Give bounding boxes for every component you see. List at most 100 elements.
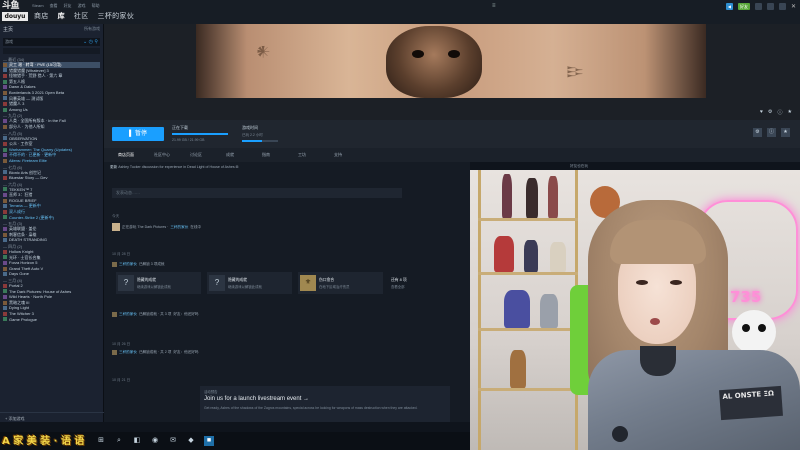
favorite-icon[interactable]: ♥ — [760, 109, 763, 116]
settings-icon[interactable]: ⚙ — [768, 109, 772, 116]
activity-text: 正在游玩 The Dark Pictures · — [122, 224, 169, 229]
friends-playing-label: 好友也在玩 — [570, 164, 588, 168]
hidden-achievement-icon: ? — [209, 275, 225, 291]
event-label: 活动预告 — [204, 390, 218, 394]
pause-button[interactable]: ▌ 暂停 — [112, 127, 164, 141]
sidebar-game-item[interactable]: Game Prologue — [3, 317, 100, 323]
tab-item[interactable]: 成就 — [226, 148, 260, 162]
activity-item[interactable]: 三杯的家伙 已解锁成就 · 共 2 项 好友：他还好吗 — [112, 350, 198, 355]
tab-item[interactable]: 商店页面 — [118, 148, 152, 162]
achievement-text: 隐藏的成就 继续游戏以解锁此成就 — [228, 278, 262, 289]
steam-icon[interactable]: ■ — [204, 436, 214, 446]
search-input[interactable] — [3, 48, 100, 54]
menu-friends[interactable]: 好友 — [64, 3, 72, 9]
activity-item[interactable]: 三杯的家伙 已解锁成就 · 共 3 项 好友：他还好吗 — [112, 312, 198, 317]
activity-user[interactable]: 三杯的家伙 — [119, 262, 137, 267]
hamburger-icon[interactable]: ≡ — [492, 3, 496, 9]
add-game-button[interactable]: + 添加游戏 — [0, 412, 104, 422]
achievement-card[interactable]: ⚜ 伤口愈合 在地下区域治疗伤员 — [298, 272, 383, 294]
notice-lead: 更新 — [110, 165, 118, 169]
friends-button[interactable]: 好友 — [737, 3, 750, 10]
shelf-board — [478, 272, 578, 275]
sidebar-game-item[interactable]: Bluestar Story — Dev — [3, 175, 100, 181]
activity-item[interactable]: 正在游玩 The Dark Pictures · 三杯的家伙 在线中 — [112, 223, 201, 231]
activity-user[interactable]: 三杯的家伙 — [119, 312, 137, 317]
menu-bar: Steam 查看 好友 游戏 帮助 — [32, 3, 100, 9]
app-icon[interactable]: ◆ — [186, 436, 196, 446]
game-title: Among Us — [9, 106, 28, 112]
update-notice[interactable]: 更新 Ashley Tucker discussion for experien… — [110, 165, 239, 170]
menu-steam[interactable]: Steam — [32, 3, 44, 9]
library-filter[interactable]: 游戏 ⌄ ◷ ⚲ — [3, 38, 100, 46]
logo-top-text: 斗鱼 — [2, 1, 20, 11]
star-icon[interactable]: ★ — [781, 128, 790, 137]
settings-icon[interactable]: ⚙ — [753, 128, 762, 137]
sidebar-game-item[interactable]: Aliens: Fireteam Elite — [3, 158, 100, 164]
close-icon[interactable]: ✕ — [791, 3, 796, 10]
sidebar-game-item[interactable]: 部分人 · 为他人所知 — [3, 124, 100, 130]
nav-community[interactable]: 社区 — [74, 11, 89, 21]
activity-item[interactable]: 三杯的家伙 已解锁 3 项成就 — [112, 262, 165, 267]
avatar[interactable] — [754, 3, 762, 10]
game-icon — [3, 124, 7, 129]
tab-item[interactable]: 支持 — [334, 148, 368, 162]
menu-view[interactable]: 查看 — [50, 3, 58, 9]
star-icon[interactable]: ★ — [788, 109, 792, 116]
sidebar-header[interactable]: 主页 所有游戏 — [0, 24, 103, 36]
nav-store[interactable]: 商店 — [34, 11, 49, 21]
activity-user[interactable]: 三杯的家伙 — [170, 225, 188, 230]
playtime-progress-bar — [242, 140, 278, 142]
download-title: 正在下载 — [172, 125, 188, 130]
carved-glyph: 𒀭 — [256, 44, 271, 60]
browser-icon[interactable]: ◉ — [150, 436, 160, 446]
mail-icon[interactable]: ✉ — [168, 436, 178, 446]
tab-item[interactable]: 讨论区 — [190, 148, 224, 162]
tab-item[interactable]: 指南 — [262, 148, 296, 162]
jacket-collar — [640, 346, 676, 376]
info-icon[interactable]: ⓘ — [778, 109, 783, 116]
back-icon[interactable]: ◀ — [725, 3, 733, 10]
search-icon[interactable]: ⌕ — [114, 436, 124, 446]
activity-text: 已解锁 3 项成就 — [138, 262, 165, 266]
achievement-desc: 查看全部 — [391, 284, 405, 289]
achievement-card[interactable]: 还有 8 项查看全部 — [389, 272, 474, 294]
nav-profile[interactable]: 三杯的家伙 — [98, 11, 135, 21]
sidebar-game-item[interactable]: Among Us — [3, 107, 100, 113]
game-icon — [3, 193, 7, 198]
maximize-icon[interactable] — [778, 3, 786, 10]
post-input[interactable]: 发表动态…… — [112, 188, 402, 198]
minimize-icon[interactable] — [766, 3, 774, 10]
activity-text: 已解锁成就 · 共 3 项 — [138, 312, 172, 316]
download-status[interactable]: 正在下载 21.99 GB / 21.99 GB — [172, 125, 228, 142]
sidebar-game-item[interactable]: Days Gone — [3, 271, 100, 277]
event-card[interactable]: 活动预告 Join us for a launch livestream eve… — [200, 386, 450, 422]
task-view-icon[interactable]: ◧ — [132, 436, 142, 446]
streamer-eye — [670, 280, 682, 285]
skull-eye — [448, 50, 460, 58]
menu-help[interactable]: 帮助 — [92, 3, 100, 9]
sidebar-game-item[interactable]: Counter-Strike 2 (更新中) — [3, 215, 100, 221]
activity-user[interactable]: 三杯的家伙 — [119, 350, 137, 355]
figurine — [526, 178, 538, 218]
activity-date: 10 月 28 日 — [112, 252, 131, 256]
hero-icons: ♥ ⚙ ⓘ ★ — [760, 109, 792, 116]
filter-icon[interactable]: ⌄ ◷ ⚲ — [83, 39, 98, 45]
tab-item[interactable]: 工坊 — [298, 148, 332, 162]
game-list: — 最近 (34) 灵工 艰 · 转弯 · PVE (15可用) 猎魔猎魔 [Wha… — [0, 57, 103, 322]
start-icon[interactable]: ⊞ — [96, 436, 106, 446]
figurine — [548, 176, 558, 218]
achievement-card[interactable]: ? 隐藏的成就 继续游戏以解锁此成就 — [207, 272, 292, 294]
action-icons: ⚙ ⓘ ★ — [753, 128, 790, 137]
sidebar-game-item[interactable]: DEATH STRANDING — [3, 237, 100, 243]
nav-library[interactable]: 库 — [58, 11, 65, 21]
tab-item[interactable]: 社区中心 — [154, 148, 188, 162]
game-icon — [3, 300, 7, 305]
achievement-row: ? 隐藏的成就 继续游戏以解锁此成就? 隐藏的成就 继续游戏以解锁此成就 ⚜ 伤口愈合 在地下… — [116, 272, 474, 294]
event-title[interactable]: Join us for a launch livestream event → — [204, 396, 446, 402]
info-icon[interactable]: ⓘ — [767, 128, 776, 137]
menu-games[interactable]: 游戏 — [78, 3, 86, 9]
game-icon — [3, 238, 7, 243]
achievement-card[interactable]: ? 隐藏的成就 继续游戏以解锁此成就 — [116, 272, 201, 294]
activity-date: 10 月 26 日 — [112, 342, 131, 346]
avatar — [112, 350, 117, 355]
